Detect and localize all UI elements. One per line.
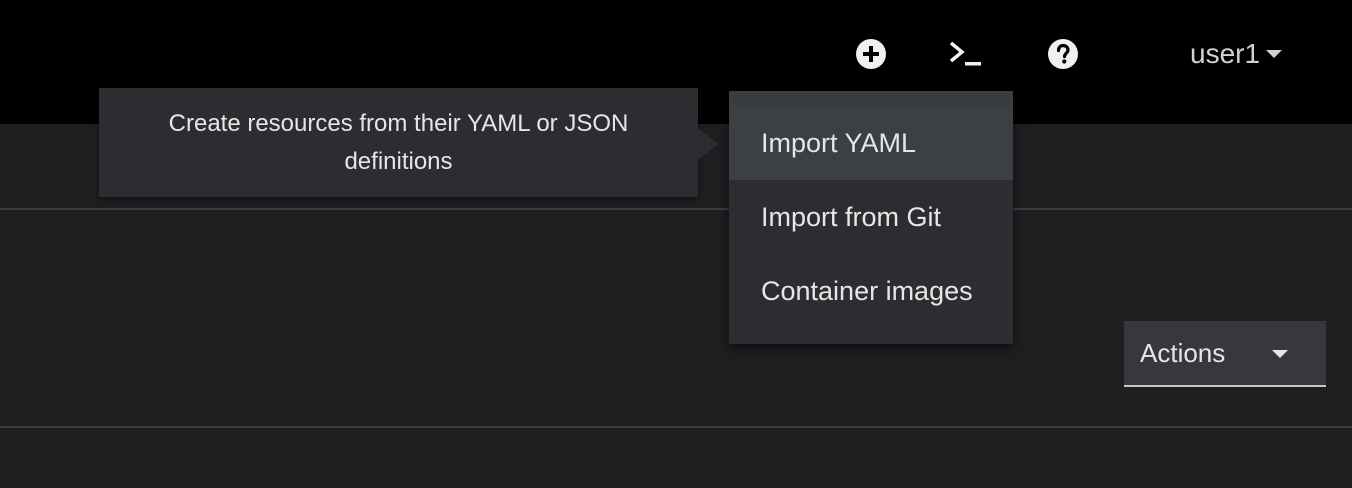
menu-item-import-yaml[interactable]: Import YAML (729, 106, 1013, 180)
tooltip-arrow (698, 128, 718, 160)
help-icon[interactable] (1045, 36, 1081, 72)
section-divider (0, 208, 1352, 210)
user-name: user1 (1190, 38, 1261, 69)
plus-circle-icon[interactable] (853, 36, 889, 72)
menu-item-import-from-git[interactable]: Import from Git (729, 180, 1013, 254)
actions-dropdown[interactable]: Actions (1124, 321, 1326, 387)
menu-item-container-images[interactable]: Container images (729, 254, 1013, 328)
tooltip-text: Create resources from their YAML or JSON… (168, 109, 629, 175)
menu-top-edge (729, 91, 1013, 106)
terminal-icon[interactable] (948, 36, 984, 72)
section-divider (0, 426, 1352, 428)
add-dropdown-menu: Import YAML Import from Git Container im… (729, 91, 1013, 344)
caret-down-icon (1266, 50, 1283, 58)
tooltip: Create resources from their YAML or JSON… (99, 88, 698, 197)
caret-down-icon (1272, 350, 1288, 358)
user-menu-toggle[interactable]: user1 (1190, 34, 1283, 74)
actions-label: Actions (1140, 337, 1226, 368)
